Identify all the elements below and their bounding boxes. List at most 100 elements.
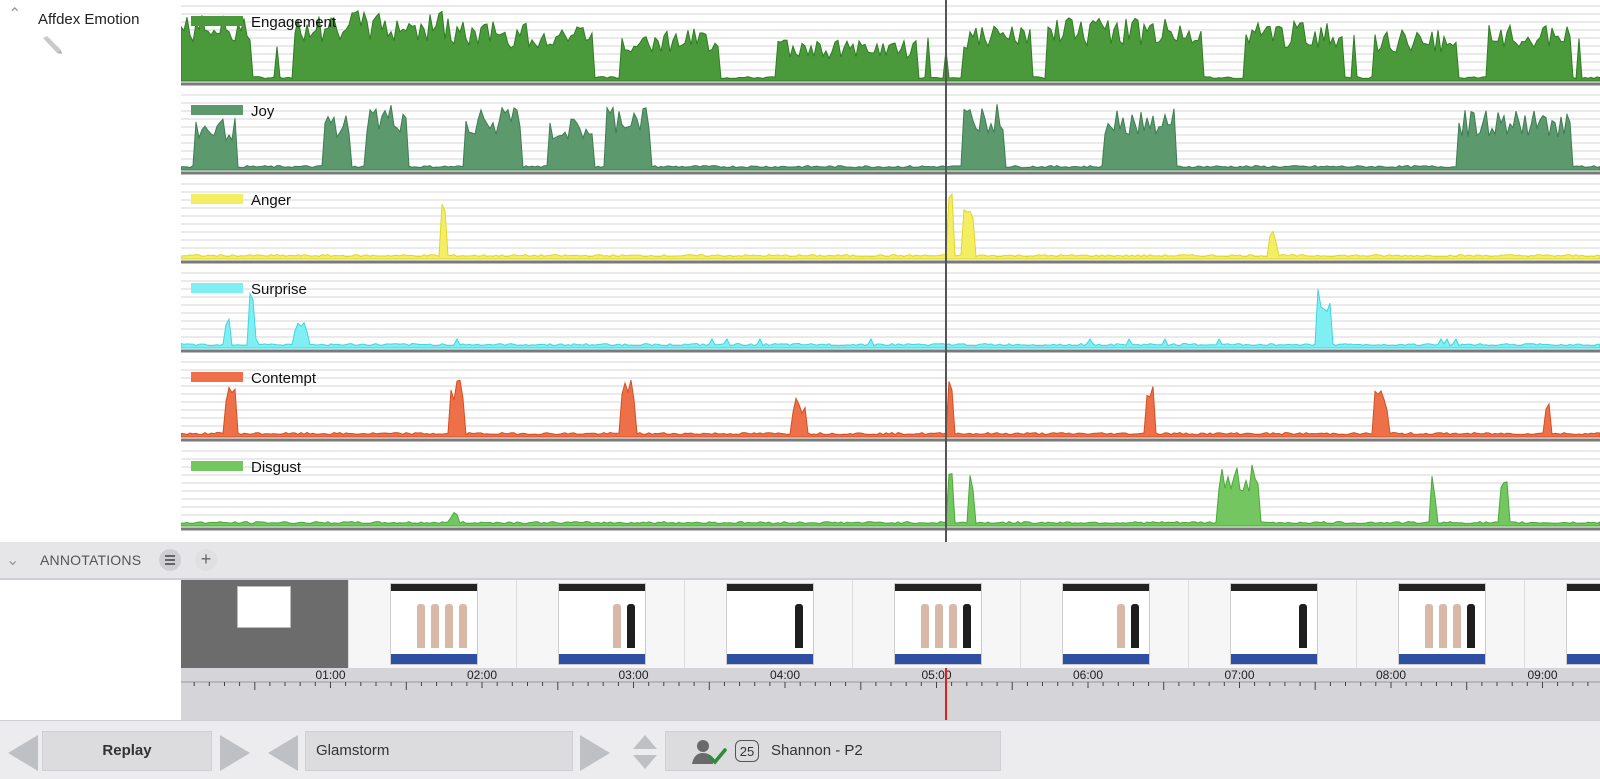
product-model-figure xyxy=(963,604,971,648)
previous-replay-arrow-icon[interactable] xyxy=(8,735,38,771)
stimulus-thumbnail[interactable] xyxy=(1021,580,1189,668)
chevron-down-icon[interactable]: ⌄ xyxy=(6,550,19,570)
emotion-signal-area xyxy=(181,192,1600,260)
webpage-preview xyxy=(558,583,646,665)
timeline-tick-label: 08:00 xyxy=(1376,668,1406,682)
popup-dialog xyxy=(237,586,291,628)
page-footer-bar xyxy=(1567,654,1600,664)
page-footer-bar xyxy=(895,654,981,664)
emotion-charts: Engagement Joy Anger Surprise Contempt Disgus… xyxy=(181,0,1600,542)
chevron-up-icon[interactable]: ⌃ xyxy=(8,7,24,23)
timeline-tick-label: 01:00 xyxy=(315,668,345,682)
add-annotation-button[interactable]: + xyxy=(195,549,217,571)
webpage-preview xyxy=(390,583,478,665)
legend-swatch xyxy=(191,461,243,471)
track-label: Contempt xyxy=(251,370,317,387)
stimulus-thumbnail[interactable] xyxy=(853,580,1021,668)
timeline-tick-label: 07:00 xyxy=(1224,668,1254,682)
page-header-bar xyxy=(1063,584,1149,591)
emotion-signal-area xyxy=(181,9,1600,82)
emotion-track: Engagement xyxy=(181,5,1600,86)
next-replay-arrow-icon[interactable] xyxy=(220,735,250,771)
stimulus-thumbnail[interactable] xyxy=(1357,580,1525,668)
stimulus-thumbnail[interactable] xyxy=(517,580,685,668)
emotion-signal-area xyxy=(181,104,1600,171)
page-header-bar xyxy=(391,584,477,591)
emotion-track: Contempt xyxy=(181,361,1600,442)
product-model-figure xyxy=(1467,604,1475,648)
stimulus-thumbnail[interactable] xyxy=(1189,580,1357,668)
webpage-preview xyxy=(894,583,982,665)
product-model-figure xyxy=(949,604,957,648)
stimulus-thumbnail-strip[interactable] xyxy=(181,580,1600,668)
emotion-track: Anger xyxy=(181,183,1600,264)
product-model-figure xyxy=(445,604,453,648)
previous-study-arrow-icon[interactable] xyxy=(268,735,298,771)
replay-button[interactable]: Replay xyxy=(42,731,212,771)
product-model-figure xyxy=(795,604,803,648)
stimulus-thumbnail[interactable] xyxy=(685,580,853,668)
stimulus-thumbnail[interactable] xyxy=(1525,580,1600,668)
product-model-figure xyxy=(1453,604,1461,648)
menu-icon[interactable] xyxy=(159,549,181,571)
product-model-figure xyxy=(627,604,635,648)
timeline-tick-label: 03:00 xyxy=(618,668,648,682)
timeline-ruler[interactable]: 01:00 02:00 03:00 04:00 05:00 06:00 07:00 08:00… xyxy=(181,668,1600,720)
webpage-preview xyxy=(1398,583,1486,665)
timeline-tick-label: 06:00 xyxy=(1073,668,1103,682)
page-footer-bar xyxy=(1231,654,1317,664)
respondent-selector[interactable]: 25 Shannon - P2 xyxy=(665,731,1001,771)
track-label: Disgust xyxy=(251,459,302,476)
webpage-preview xyxy=(1230,583,1318,665)
respondent-name: Shannon - P2 xyxy=(771,742,863,759)
track-label: Anger xyxy=(251,192,291,209)
product-model-figure xyxy=(1439,604,1447,648)
product-model-figure xyxy=(935,604,943,648)
page-header-bar xyxy=(1231,584,1317,591)
user-check-icon xyxy=(692,740,727,765)
product-model-figure xyxy=(459,604,467,648)
webpage-preview xyxy=(726,583,814,665)
up-down-arrows-icon[interactable] xyxy=(632,733,658,771)
emotion-track: Joy xyxy=(181,94,1600,175)
page-footer-bar xyxy=(559,654,645,664)
product-model-figure xyxy=(431,604,439,648)
product-model-figure xyxy=(921,604,929,648)
emotion-track: Disgust xyxy=(181,450,1600,531)
timeline-tick-label: 04:00 xyxy=(770,668,800,682)
page-header-bar xyxy=(727,584,813,591)
legend-swatch xyxy=(191,372,243,382)
page-header-bar xyxy=(559,584,645,591)
next-study-arrow-icon[interactable] xyxy=(580,735,610,771)
stimulus-thumbnail[interactable] xyxy=(349,580,517,668)
legend-swatch xyxy=(191,16,243,26)
legend-swatch xyxy=(191,283,243,293)
track-label: Joy xyxy=(251,103,275,120)
playback-toolbar: Replay Glamstorm 25 Shannon - P2 xyxy=(0,720,1600,779)
timeline-tick-label: 02:00 xyxy=(467,668,497,682)
emotion-signal-area xyxy=(181,464,1600,527)
page-footer-bar xyxy=(1063,654,1149,664)
pencil-icon[interactable] xyxy=(40,34,64,56)
study-name-field[interactable]: Glamstorm xyxy=(305,731,573,771)
product-model-figure xyxy=(613,604,621,648)
product-model-figure xyxy=(1425,604,1433,648)
timeline-tick-label: 05:00 xyxy=(921,668,951,682)
annotations-title: ANNOTATIONS xyxy=(40,552,142,568)
legend-swatch xyxy=(191,194,243,204)
timeline-tick-label: 09:00 xyxy=(1527,668,1557,682)
product-model-figure xyxy=(1299,604,1307,648)
page-footer-bar xyxy=(727,654,813,664)
webpage-preview xyxy=(1062,583,1150,665)
track-label: Engagement xyxy=(251,14,337,31)
page-header-bar xyxy=(1399,584,1485,591)
page-footer-bar xyxy=(391,654,477,664)
page-header-bar xyxy=(1567,584,1600,591)
emotion-track: Surprise xyxy=(181,272,1600,353)
webpage-preview xyxy=(1566,583,1600,665)
stimulus-thumbnail[interactable] xyxy=(181,580,349,668)
legend-swatch xyxy=(191,105,243,115)
sensor-title: Affdex Emotion xyxy=(38,11,140,28)
respondent-count-badge: 25 xyxy=(735,740,759,762)
product-model-figure xyxy=(1131,604,1139,648)
